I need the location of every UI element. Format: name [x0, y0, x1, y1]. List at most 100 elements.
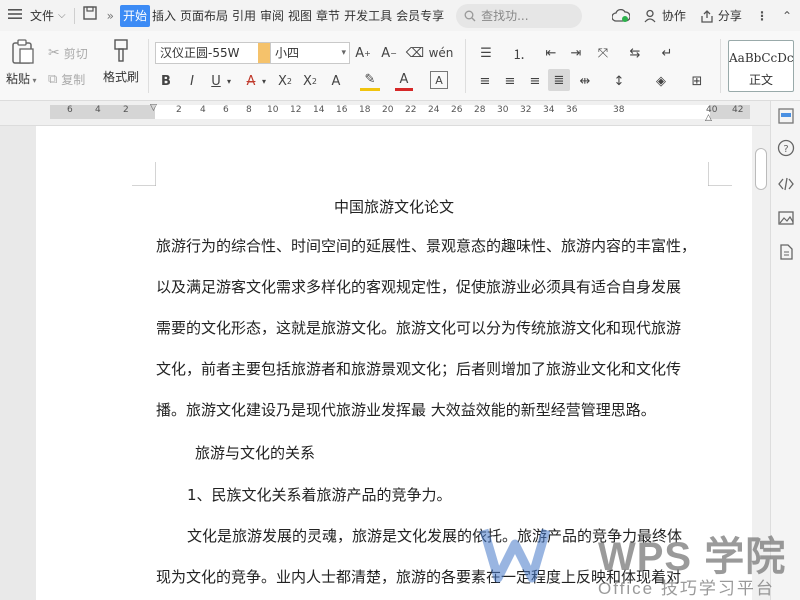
help-icon[interactable]: ? [777, 139, 795, 157]
numbered-list-icon[interactable]: ⒈ [508, 43, 530, 63]
wps-logo-icon [480, 528, 550, 583]
justify-icon[interactable]: ≣ [548, 69, 570, 91]
strikethrough-icon[interactable]: A [242, 71, 260, 91]
format-painter-label: 格式刷 [102, 70, 139, 84]
char-border-icon[interactable]: A [430, 71, 448, 89]
share-button[interactable]: 分享 [700, 7, 742, 24]
more-icon[interactable]: » [105, 5, 116, 27]
collapse-ribbon-icon[interactable]: ⌃ [782, 9, 792, 23]
align-center-icon[interactable]: ≡ [500, 71, 520, 91]
ruler-tick: 30 [497, 105, 509, 115]
subheading: 1、民族文化关系着旅游产品的竞争力。 [187, 486, 452, 504]
search-icon [464, 10, 476, 21]
user-icon [644, 9, 656, 22]
hamburger-menu-icon[interactable] [6, 5, 24, 27]
ruler-tick: 6 [67, 105, 73, 115]
search-placeholder: 查找功... [481, 9, 529, 23]
superscript-icon[interactable]: X2 [275, 71, 295, 91]
chevron-down-icon[interactable] [258, 43, 270, 63]
underline-icon[interactable]: U [207, 71, 225, 91]
font-size-select[interactable]: 小四 ▾ [270, 42, 350, 64]
tab-section[interactable]: 章节 [314, 5, 342, 27]
save-icon[interactable] [81, 5, 99, 27]
borders-icon[interactable]: ⊞ [686, 71, 708, 91]
ruler-tick: 12 [290, 105, 302, 115]
align-left-icon[interactable]: ≡ [475, 71, 495, 91]
ruler-tick: 16 [336, 105, 348, 115]
text-line: 播。旅游文化建设乃是现代旅游业发挥最 大效益效能的新型经营管理思路。 [156, 401, 656, 419]
font-name-value: 汉仪正圆-55W [160, 46, 240, 60]
file-menu[interactable]: 文件 [28, 5, 56, 27]
collaborate-button[interactable]: 协作 [644, 7, 686, 24]
format-painter-button[interactable]: 格式刷 [100, 39, 142, 93]
ruler-tick: 2 [123, 105, 129, 115]
phonetic-guide-icon[interactable]: wén [429, 43, 454, 63]
text-line: 以及满足游客文化需求多样化的客观规定性，促使旅游业必须具有适合自身发展 [156, 278, 682, 296]
chevron-down-icon[interactable]: ⌵ [56, 5, 68, 27]
ruler-tick: 26 [451, 105, 463, 115]
bullet-list-icon[interactable]: ☰ [475, 43, 497, 63]
shrink-font-icon[interactable]: A − [380, 43, 398, 63]
copy-button[interactable]: ⧉ 复制 [48, 69, 85, 89]
right-indent-marker-icon[interactable]: △ [705, 113, 712, 123]
chinese-layout-icon[interactable]: ⤧ [592, 43, 614, 63]
tab-references[interactable]: 引用 [230, 5, 258, 27]
ruler-tick: 38 [613, 105, 625, 115]
tab-page-layout[interactable]: 页面布局 [178, 5, 230, 27]
ruler-toggle-icon[interactable] [777, 107, 795, 125]
share-icon [701, 9, 713, 23]
divider [148, 39, 149, 93]
search-box[interactable]: 查找功... [456, 3, 583, 28]
font-name-select[interactable]: 汉仪正圆-55W [155, 42, 271, 64]
divider [73, 7, 75, 24]
highlight-icon[interactable]: ✎ [360, 71, 380, 91]
chevron-down-icon[interactable]: ▾ [225, 71, 233, 91]
style-normal[interactable]: AaBbCcDc 正文 [728, 40, 794, 92]
tab-insert[interactable]: 插入 [150, 5, 178, 27]
distributed-align-icon[interactable]: ⇹ [575, 71, 595, 91]
chevron-down-icon[interactable]: ▾ [341, 43, 346, 63]
ruler-margin-left [50, 105, 155, 119]
code-icon[interactable] [777, 175, 795, 193]
line-spacing-icon[interactable]: ↕ [608, 71, 630, 91]
scrollbar-thumb[interactable] [755, 148, 767, 190]
font-color-icon[interactable]: A [395, 71, 413, 91]
clear-format-icon[interactable]: ⌫ [405, 43, 425, 63]
horizontal-ruler[interactable]: 6 4 2 2 4 6 8 10 12 14 16 18 20 22 24 26… [0, 101, 770, 126]
ruler-tick: 8 [246, 105, 252, 115]
subscript-icon[interactable]: X2 [300, 71, 320, 91]
ruler-tick: 6 [223, 105, 229, 115]
indent-marker-icon[interactable]: ▽ [150, 103, 157, 113]
tab-view[interactable]: 视图 [286, 5, 314, 27]
show-marks-icon[interactable]: ↵ [656, 43, 678, 63]
copy-icon: ⧉ [48, 71, 58, 87]
ruler-tick: 20 [382, 105, 394, 115]
shading-icon[interactable]: ◈ [650, 71, 672, 91]
grow-font-icon[interactable]: A + [354, 43, 372, 63]
image-icon[interactable] [777, 209, 795, 227]
increase-indent-icon[interactable]: ⇥ [565, 43, 587, 63]
style-preview: AaBbCcDc [729, 51, 793, 65]
decrease-indent-icon[interactable]: ⇤ [540, 43, 562, 63]
align-right-icon[interactable]: ≡ [525, 71, 545, 91]
bold-icon[interactable]: B [157, 71, 175, 91]
tab-member[interactable]: 会员专享 [394, 5, 446, 27]
ruler-tick: 22 [405, 105, 417, 115]
chevron-down-icon[interactable]: ▾ [260, 71, 268, 91]
collaborate-label: 协作 [661, 9, 686, 23]
tab-developer[interactable]: 开发工具 [342, 5, 394, 27]
cut-button[interactable]: ✂ 剪切 [48, 43, 88, 63]
more-options-icon[interactable]: ⋮ [756, 9, 768, 23]
tab-home[interactable]: 开始 [119, 4, 150, 27]
cloud-sync-icon[interactable] [611, 8, 630, 23]
italic-icon[interactable]: I [183, 71, 201, 91]
copy-label: 复制 [61, 72, 86, 87]
text-direction-icon[interactable]: ⇆ [624, 43, 646, 63]
cut-label: 剪切 [63, 46, 88, 61]
text-effect-icon[interactable]: A [327, 71, 345, 91]
text-line: 旅游行为的综合性、时间空间的延展性、景观意态的趣味性、旅游内容的丰富性， [156, 237, 697, 255]
tab-review[interactable]: 审阅 [258, 5, 286, 27]
document-icon[interactable] [777, 243, 795, 261]
brush-icon [114, 39, 128, 62]
paste-button[interactable]: 粘贴 ▾ [6, 39, 40, 93]
